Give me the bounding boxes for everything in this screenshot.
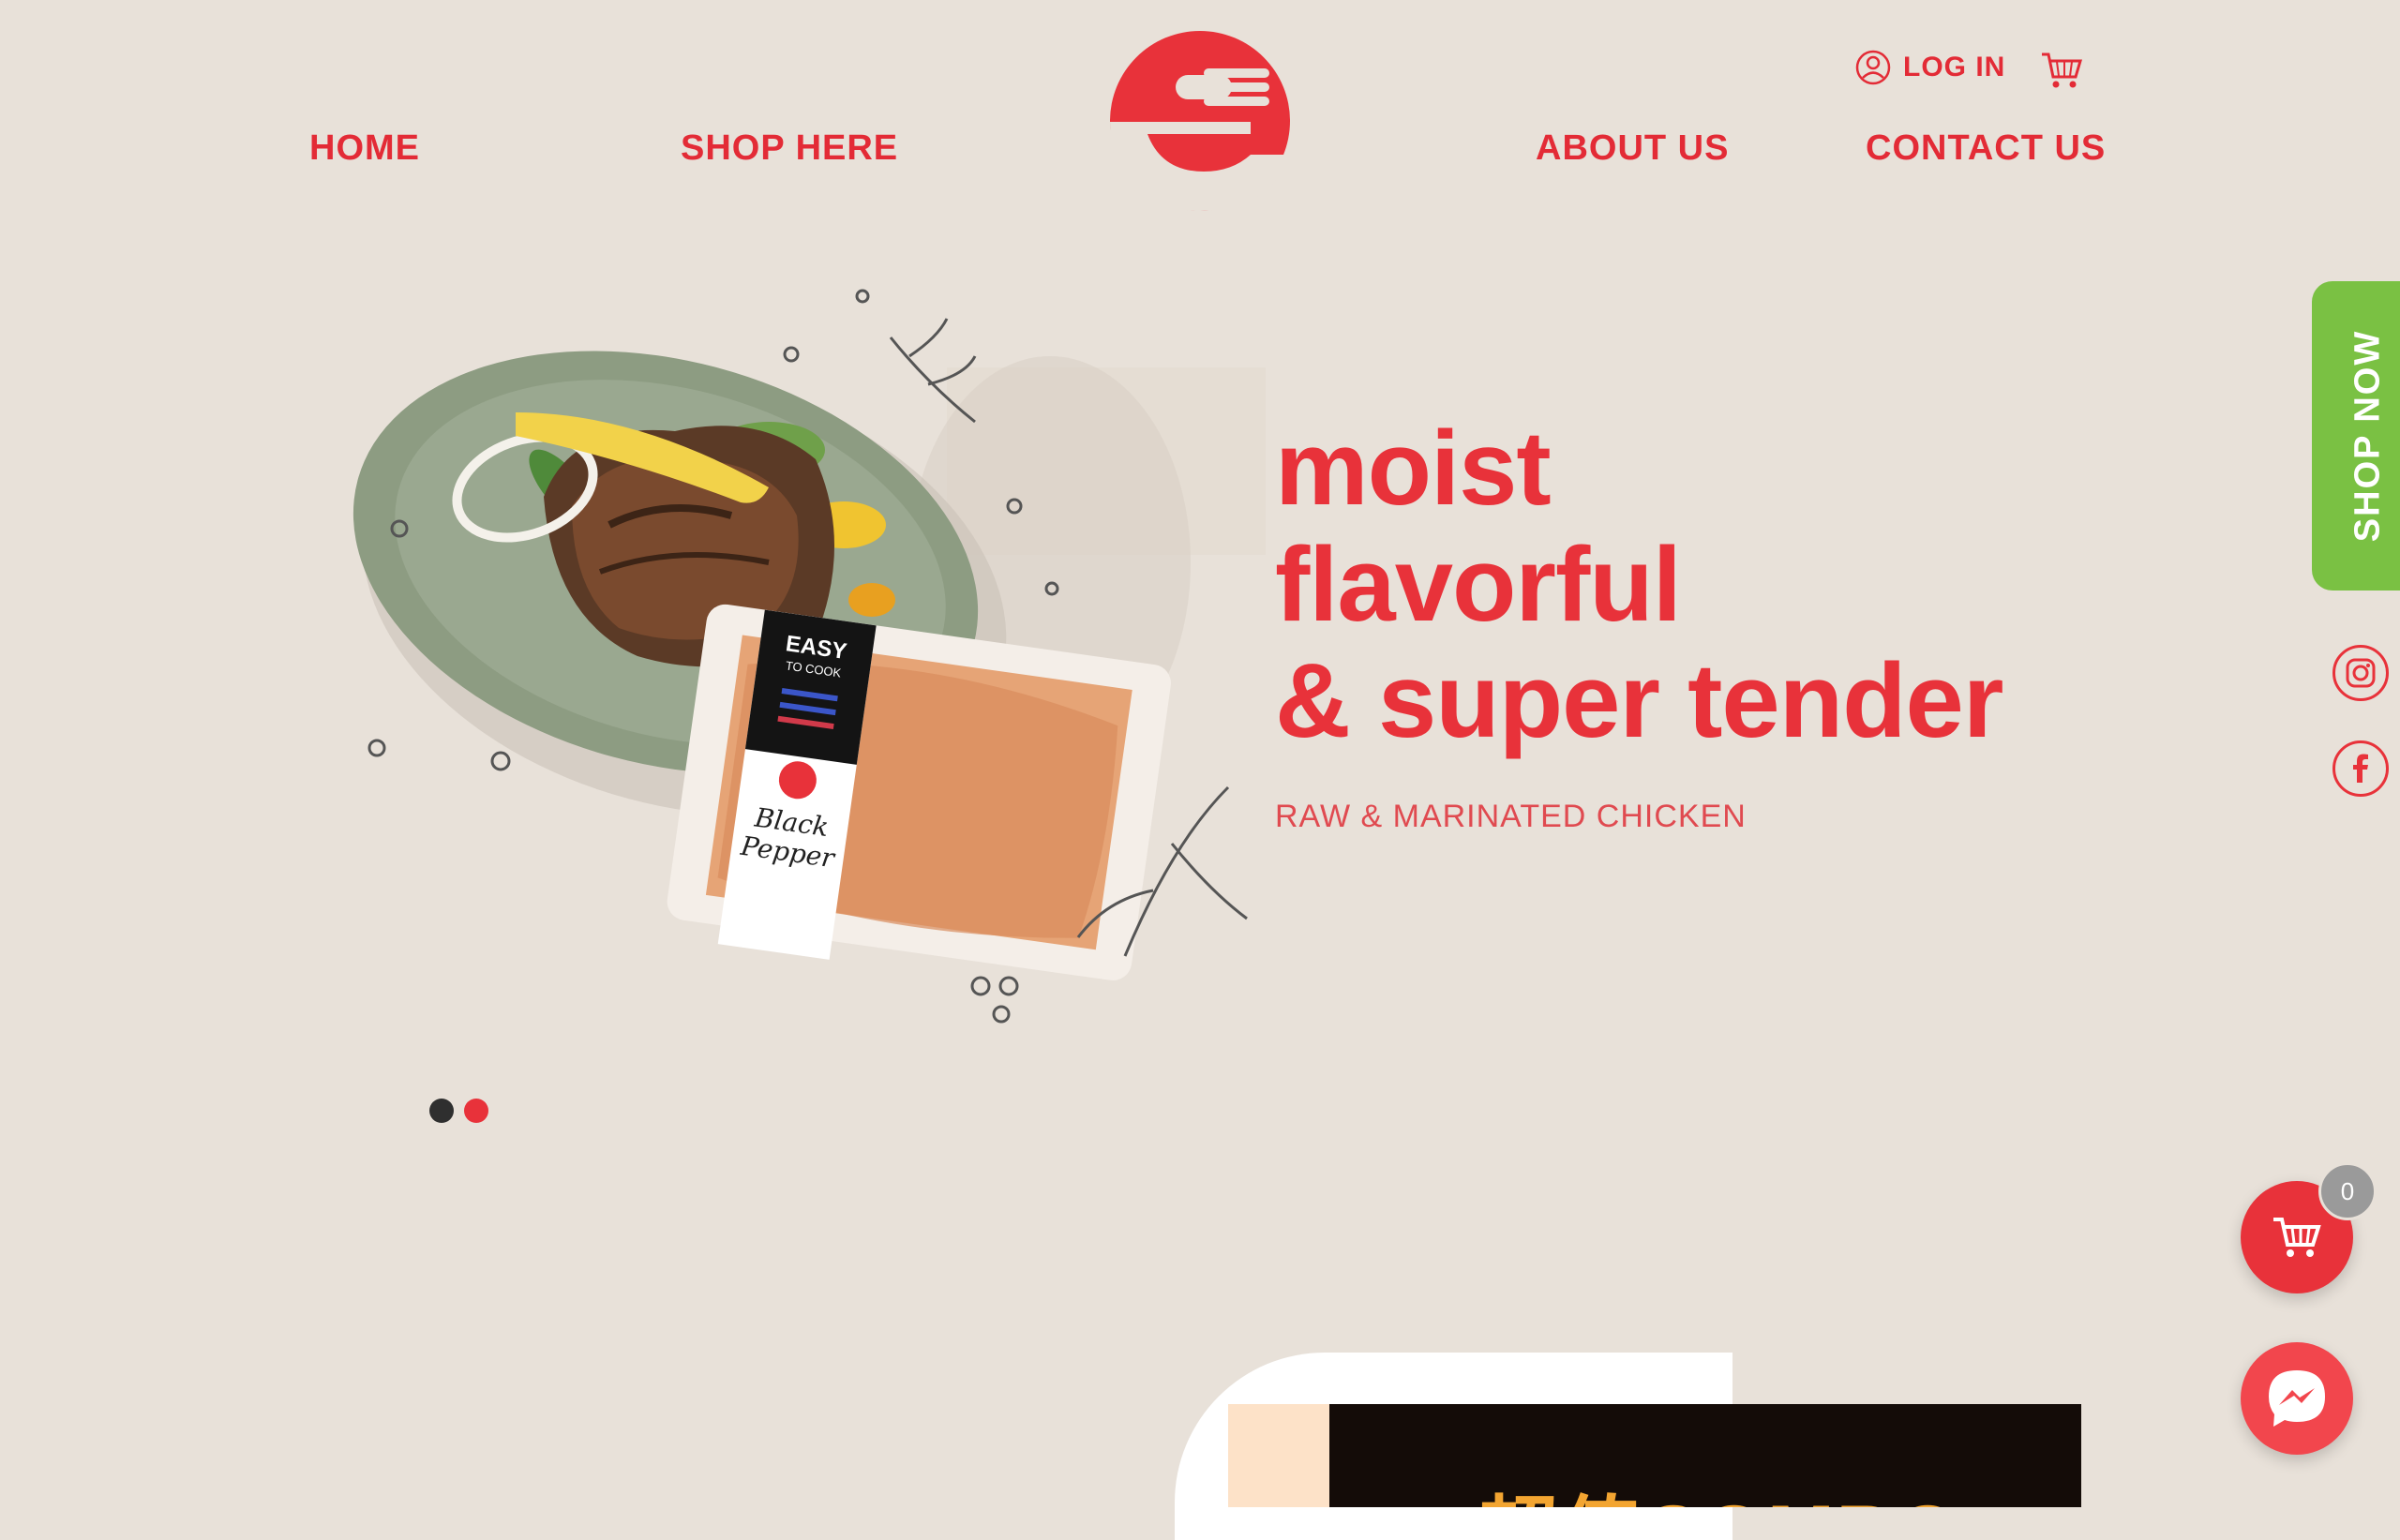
hero-subtitle: RAW & MARINATED CHICKEN: [1275, 799, 1747, 834]
messenger-button[interactable]: [2241, 1342, 2353, 1455]
hero-headline-line1: moist: [1275, 410, 1552, 527]
messenger-icon: [2269, 1370, 2325, 1427]
nav-shop-here[interactable]: SHOP HERE: [681, 128, 898, 169]
login-link[interactable]: LOG IN: [1854, 49, 2005, 86]
nav-contact-us[interactable]: CONTACT US: [1866, 128, 2106, 169]
cart-icon[interactable]: [2040, 51, 2083, 90]
nav-about-us[interactable]: ABOUT US: [1536, 128, 1729, 169]
hero-headline-line2: flavorful: [1275, 526, 1682, 643]
hero-headline-line3: & super tender: [1275, 642, 2003, 759]
carousel-dot-2[interactable]: [464, 1099, 488, 1123]
facebook-link[interactable]: [2332, 740, 2389, 797]
user-icon: [1855, 50, 1891, 85]
brand-logo[interactable]: [1110, 31, 1290, 211]
promo-banner-text: 超值COMBO: [1478, 1468, 1961, 1507]
facebook-icon: [2353, 754, 2368, 783]
login-label: LOG IN: [1903, 52, 2006, 82]
hero-text-block: moist flavorful & super tender RAW & MAR…: [1275, 410, 2003, 835]
hero-product-image: EASY TO COOK Black Pepper: [352, 289, 1266, 1024]
carousel-dot-1[interactable]: [429, 1099, 454, 1123]
shop-now-label: SHOP NOW: [2348, 329, 2388, 543]
nav-home[interactable]: HOME: [309, 128, 420, 169]
cart-count-badge: 0: [2318, 1162, 2377, 1220]
cart-icon: [2273, 1218, 2321, 1257]
promo-image-left: [1228, 1404, 1331, 1507]
instagram-link[interactable]: [2332, 645, 2389, 701]
shop-now-tab[interactable]: SHOP NOW: [2312, 281, 2400, 591]
promo-banner[interactable]: 超值COMBO: [1329, 1404, 2081, 1507]
carousel-dots: [429, 1099, 488, 1123]
instagram-icon: [2346, 658, 2376, 688]
